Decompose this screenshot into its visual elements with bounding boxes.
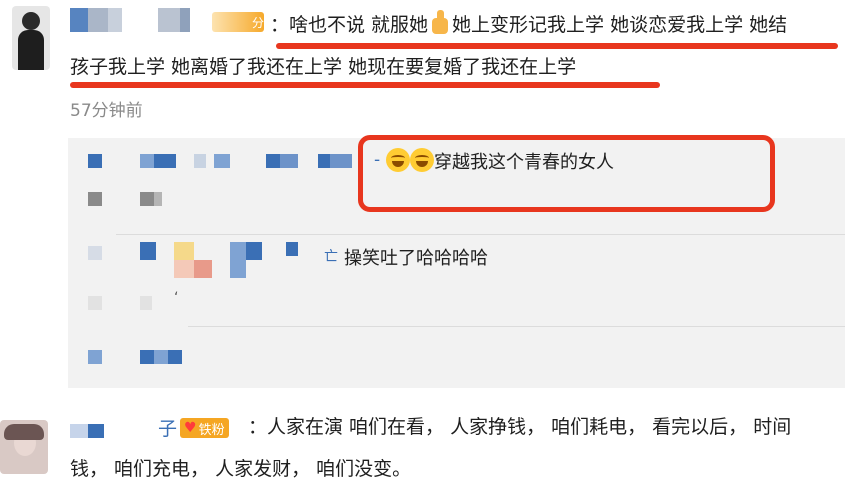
comment-text: ：人家在演 咱们在看， 人家挣钱， 咱们耗电， 看完以后， 时间 (248, 416, 792, 438)
timestamp: 57分钟前 (70, 101, 143, 121)
highlight-box (358, 135, 775, 212)
thumbs-up-icon (428, 10, 452, 36)
comment-text-line2: 孩子我上学 她离婚了我还在上学 她现在要复婚了我还在上学 (70, 56, 577, 78)
reply-text: ‘ (174, 290, 179, 306)
fan-badge: ♥ 铁粉 (180, 418, 229, 438)
avatar[interactable] (12, 6, 50, 70)
divider (188, 326, 845, 327)
reply-prefix: 亡 (324, 249, 338, 265)
highlight-underline (70, 82, 660, 88)
avatar[interactable] (0, 420, 48, 474)
comment-text-line2: 钱， 咱们充电， 人家发财， 咱们没变。 (70, 458, 412, 480)
highlight-underline (276, 43, 838, 49)
username-suffix[interactable]: 子 (158, 414, 177, 441)
fan-badge-label: 分 (252, 15, 265, 30)
reply-text: 操笑吐了哈哈哈哈 (344, 248, 488, 269)
comment-text: ：啥也不说 就服她 她上变形记我上学 她谈恋爱我上学 她结 (270, 10, 787, 38)
divider (116, 234, 845, 235)
heart-icon: ♥ (184, 420, 197, 436)
